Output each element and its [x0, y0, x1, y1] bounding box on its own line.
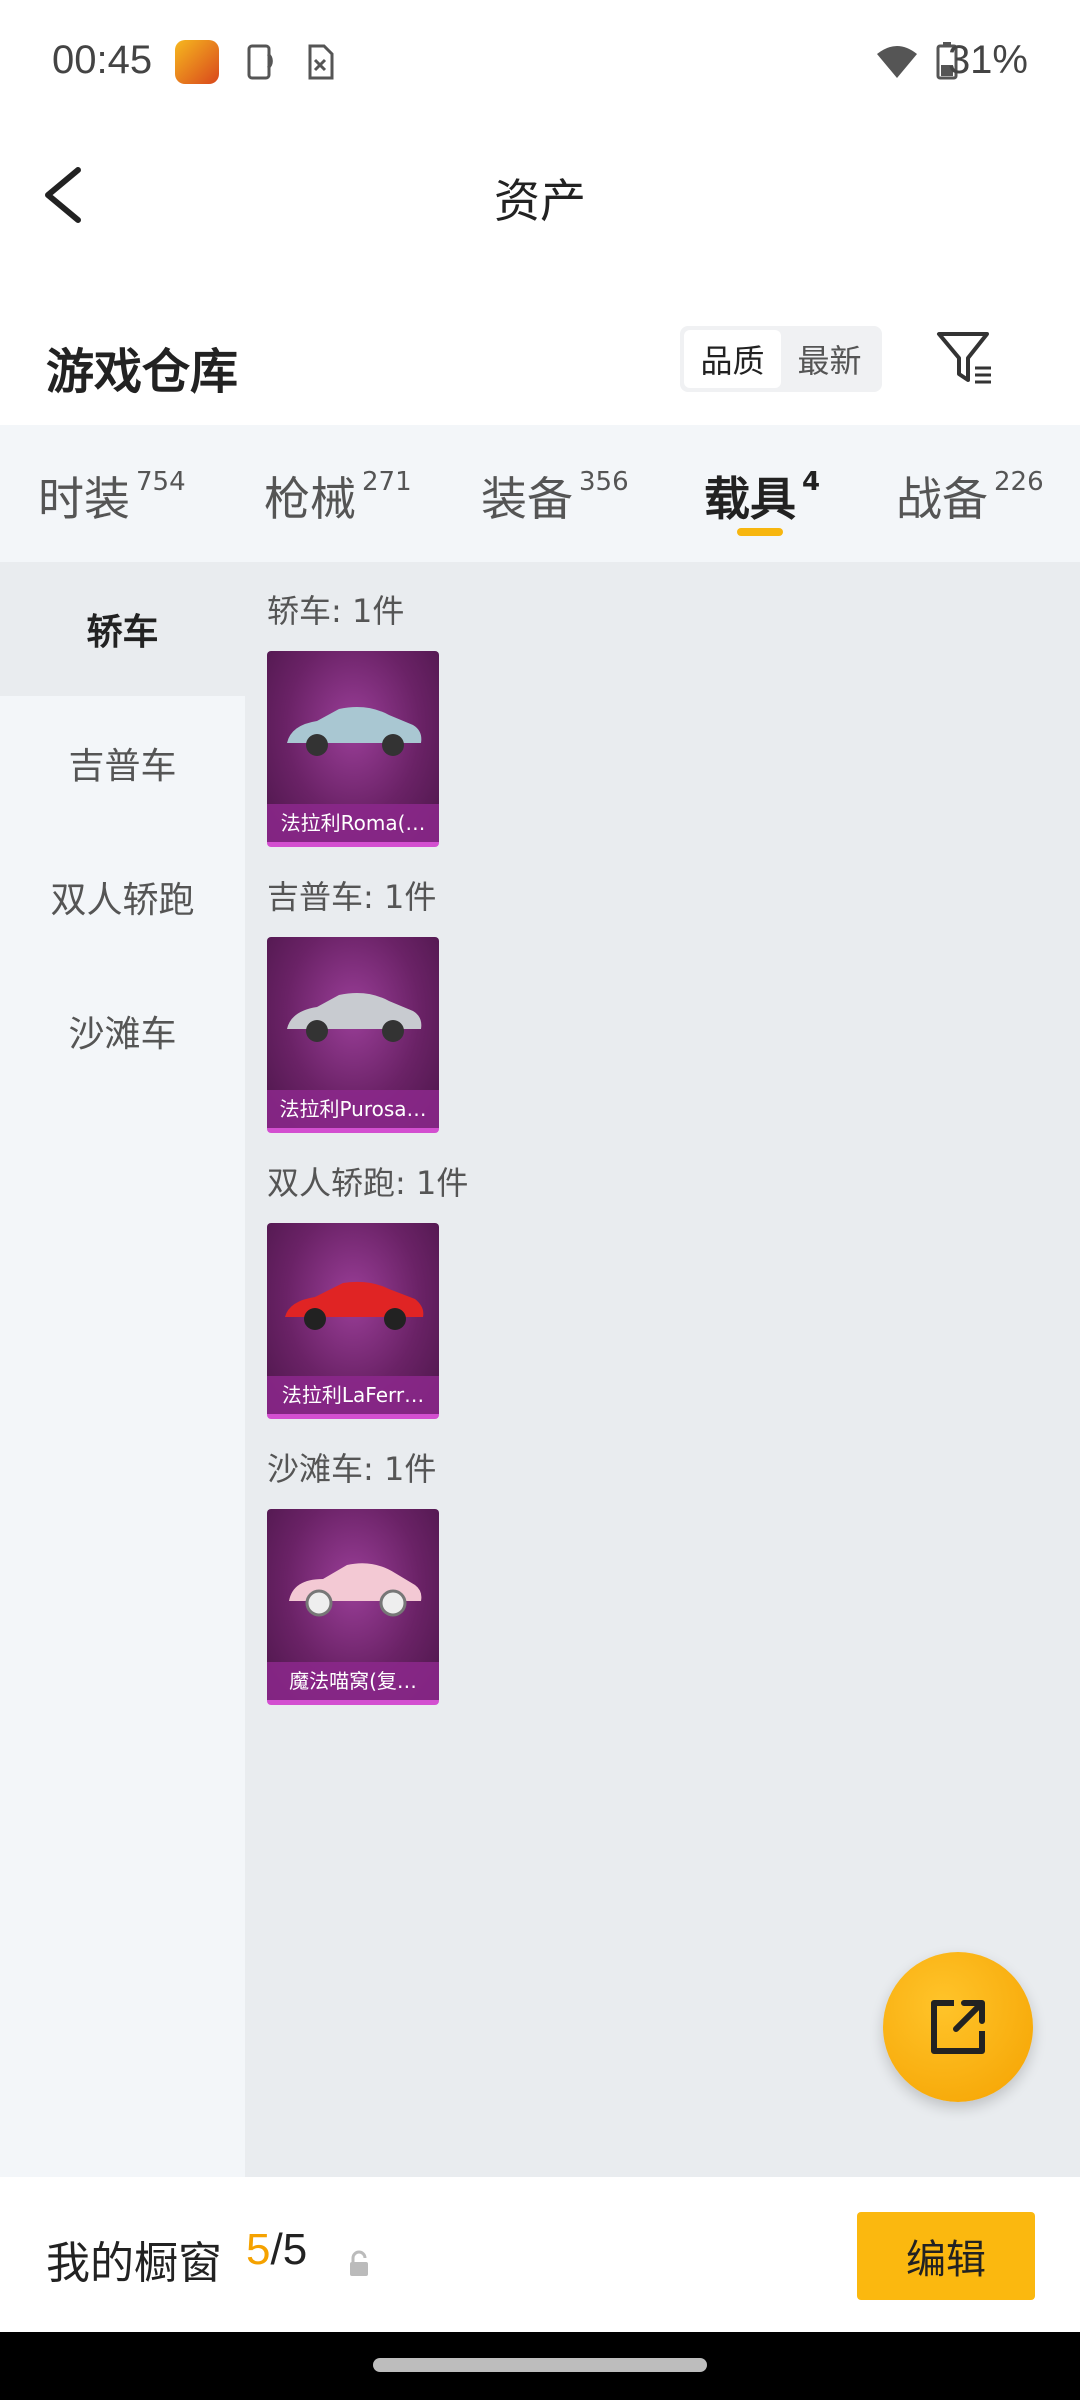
system-nav-bar [0, 2332, 1080, 2400]
showcase-count-total: /5 [270, 2225, 308, 2274]
status-bar: 00:45 31% [0, 0, 1080, 125]
car-image [287, 993, 422, 1042]
car-image [289, 1563, 422, 1617]
sort-quality-button[interactable]: 品质 [684, 330, 781, 388]
sort-newest-button[interactable]: 最新 [781, 330, 878, 388]
showcase-count-current: 5 [246, 2225, 271, 2274]
tab-vehicles[interactable]: 载具 4 [704, 463, 820, 529]
tab-label: 载具 [704, 472, 796, 526]
tab-label: 战备 [896, 472, 988, 526]
warehouse-toolbar: 游戏仓库 品质 最新 [0, 300, 1080, 420]
tab-count: 226 [994, 467, 1044, 497]
car-image [287, 707, 422, 756]
tab-label: 装备 [481, 472, 573, 526]
battery-level: 31% [947, 38, 1028, 82]
showcase-label: 我的橱窗 [46, 2238, 222, 2289]
external-link-icon [931, 2000, 985, 2054]
tab-count: 754 [136, 467, 186, 497]
showcase-bar: 我的橱窗 5/5 编辑 [0, 2177, 1080, 2332]
vehicle-list: 轿车: 1件 法拉利Roma(… 吉普车: 1件 法拉利Purosa… 双人轿跑… [245, 562, 1080, 2177]
filter-icon[interactable] [935, 328, 995, 388]
side-item-buggy[interactable]: 沙滩车 [0, 964, 245, 1098]
group-title-buggy: 沙滩车: 1件 [267, 1450, 437, 1488]
group-title-jeep: 吉普车: 1件 [267, 878, 437, 916]
tab-count: 271 [362, 467, 412, 497]
lock-icon [350, 2250, 368, 2276]
item-name: 法拉利Roma(… [267, 804, 439, 842]
tab-equipment[interactable]: 装备 356 [481, 463, 629, 529]
item-card-jeep[interactable]: 法拉利Purosa… [267, 937, 439, 1133]
sort-toggle: 品质 最新 [680, 326, 882, 392]
tab-count: 4 [802, 467, 821, 497]
share-button[interactable] [883, 1952, 1033, 2102]
side-item-jeep[interactable]: 吉普车 [0, 696, 245, 830]
tab-label: 时装 [38, 472, 130, 526]
screen-rotate-icon [247, 44, 273, 80]
no-sim-icon [308, 44, 334, 80]
tab-label: 枪械 [264, 472, 356, 526]
edit-button[interactable]: 编辑 [857, 2212, 1035, 2300]
tab-supplies[interactable]: 战备 226 [896, 463, 1044, 529]
wifi-icon [877, 46, 917, 78]
page-title: 资产 [494, 174, 586, 228]
car-body [287, 707, 422, 743]
item-name: 法拉利LaFerr… [267, 1376, 439, 1414]
item-card-sedan[interactable]: 法拉利Roma(… [267, 651, 439, 847]
item-card-buggy[interactable]: 魔法喵窝(复… [267, 1509, 439, 1705]
tab-guns[interactable]: 枪械 271 [264, 463, 412, 529]
active-tab-indicator [737, 528, 783, 536]
home-gesture-handle[interactable] [373, 2358, 707, 2372]
item-name: 法拉利Purosa… [267, 1090, 439, 1128]
side-item-sedan[interactable]: 轿车 [0, 562, 245, 696]
group-title-coupe: 双人轿跑: 1件 [267, 1164, 469, 1202]
side-item-coupe[interactable]: 双人轿跑 [0, 830, 245, 964]
showcase-count: 5/5 [246, 2225, 307, 2275]
tab-fashion[interactable]: 时装 754 [38, 463, 186, 529]
car-body [287, 993, 422, 1029]
app-header: 资产 [0, 125, 1080, 265]
vehicle-type-menu: 轿车 吉普车 双人轿跑 沙滩车 [0, 562, 245, 2177]
app-icon [175, 40, 219, 84]
group-title-sedan: 轿车: 1件 [267, 592, 405, 630]
item-name: 魔法喵窝(复… [267, 1662, 439, 1700]
status-time: 00:45 [52, 38, 153, 82]
warehouse-title: 游戏仓库 [46, 344, 239, 400]
car-image [285, 1281, 424, 1330]
tab-count: 356 [579, 467, 629, 497]
item-card-coupe[interactable]: 法拉利LaFerr… [267, 1223, 439, 1419]
